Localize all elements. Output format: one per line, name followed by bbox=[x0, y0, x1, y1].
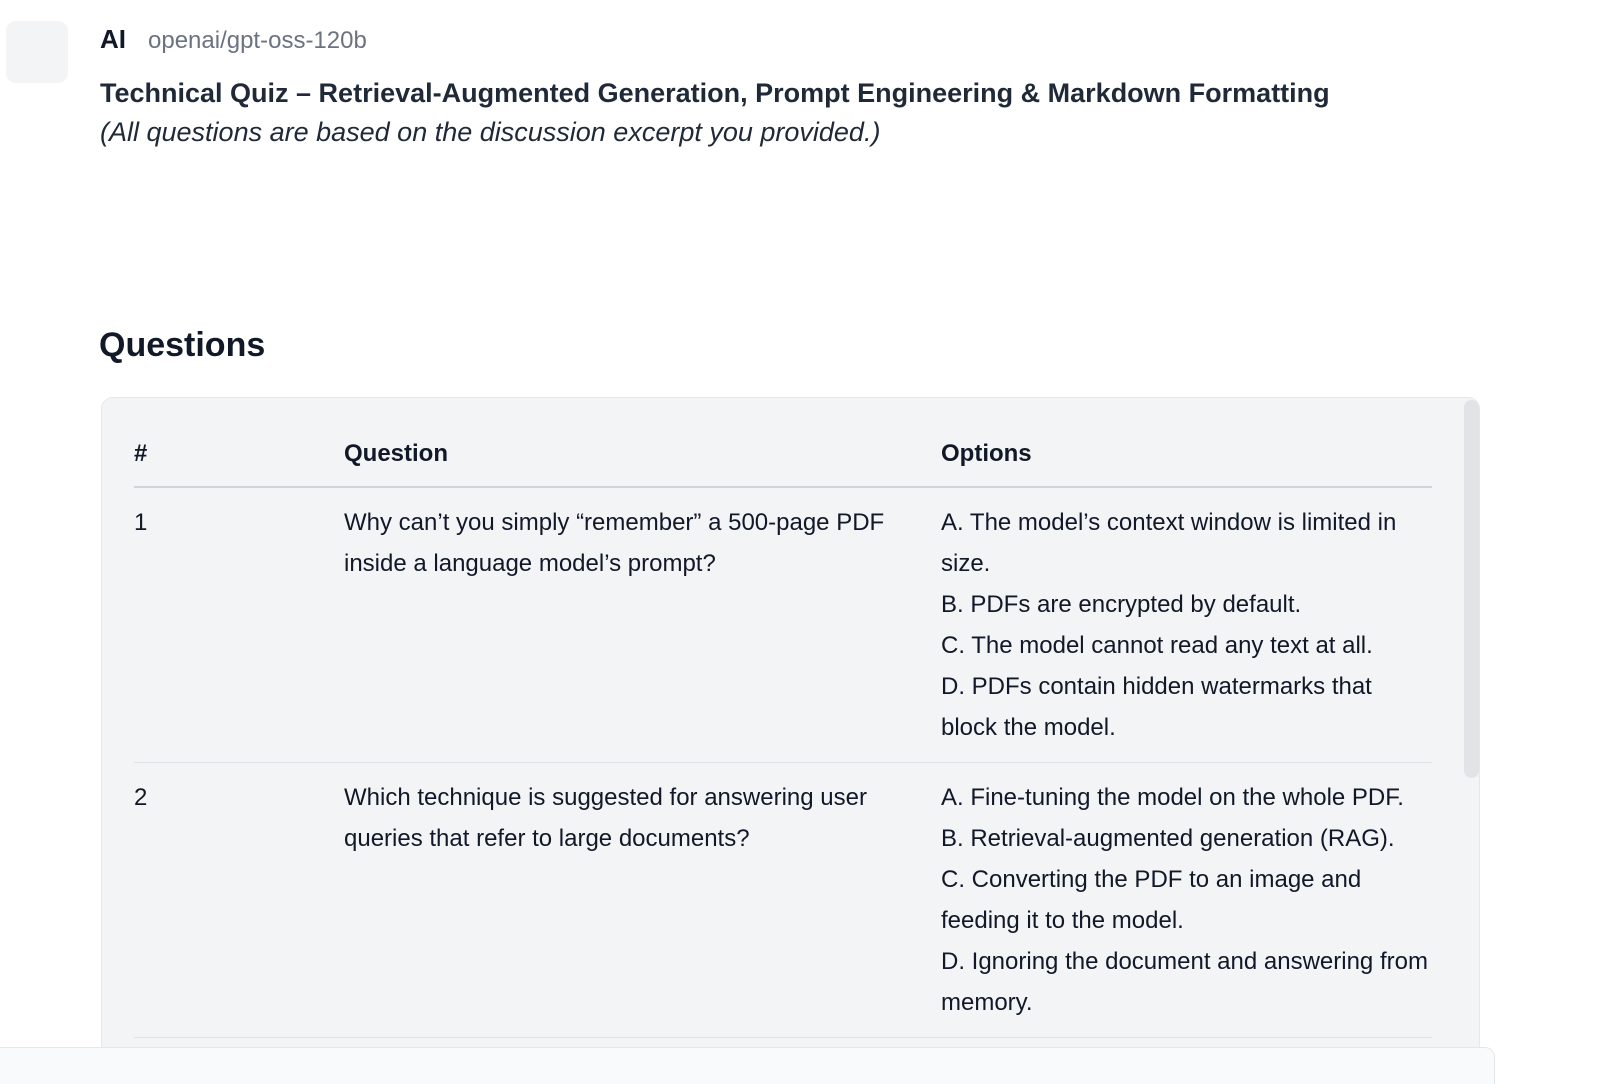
table-scrollbar[interactable] bbox=[1464, 400, 1479, 778]
chat-input-area[interactable] bbox=[0, 1047, 1495, 1084]
option-item: D. PDFs contain hidden watermarks that b… bbox=[941, 673, 1372, 741]
question-number: 2 bbox=[134, 762, 344, 1038]
question-text: Why can’t you simply “remember” a 500-pa… bbox=[344, 487, 941, 763]
option-item: C. The model cannot read any text at all… bbox=[941, 632, 1373, 659]
option-item: C. Converting the PDF to an image and fe… bbox=[941, 866, 1362, 934]
chat-page: AI openai/gpt-oss-120b Technical Quiz – … bbox=[0, 0, 1600, 1084]
column-header-options: Options bbox=[941, 430, 1432, 488]
table-header-row: # Question Options bbox=[134, 430, 1432, 488]
questions-table: # Question Options 1 Why can’t you simpl… bbox=[134, 430, 1432, 1038]
option-item: B. Retrieval-augmented generation (RAG). bbox=[941, 825, 1395, 852]
quiz-subtitle: (All questions are based on the discussi… bbox=[100, 117, 881, 147]
model-name: openai/gpt-oss-120b bbox=[148, 27, 367, 54]
table-row: 2 Which technique is suggested for answe… bbox=[134, 762, 1432, 1038]
question-text: Which technique is suggested for answeri… bbox=[344, 762, 941, 1038]
option-item: B. PDFs are encrypted by default. bbox=[941, 591, 1302, 618]
questions-table-container: # Question Options 1 Why can’t you simpl… bbox=[101, 397, 1480, 1084]
table-row: 1 Why can’t you simply “remember” a 500-… bbox=[134, 487, 1432, 763]
column-header-question: Question bbox=[344, 430, 941, 488]
question-number: 1 bbox=[134, 487, 344, 763]
section-heading: Questions bbox=[99, 326, 266, 364]
option-item: A. The model’s context window is limited… bbox=[941, 509, 1397, 577]
sender-name: AI bbox=[100, 24, 126, 54]
quiz-title: Technical Quiz – Retrieval-Augmented Gen… bbox=[100, 78, 1330, 108]
column-header-number: # bbox=[134, 430, 344, 488]
option-item: A. Fine-tuning the model on the whole PD… bbox=[941, 784, 1404, 811]
message-header: AI openai/gpt-oss-120b bbox=[100, 24, 367, 55]
question-options: A. Fine-tuning the model on the whole PD… bbox=[941, 762, 1432, 1038]
question-options: A. The model’s context window is limited… bbox=[941, 487, 1432, 763]
avatar bbox=[6, 21, 68, 83]
option-item: D. Ignoring the document and answering f… bbox=[941, 948, 1428, 1016]
